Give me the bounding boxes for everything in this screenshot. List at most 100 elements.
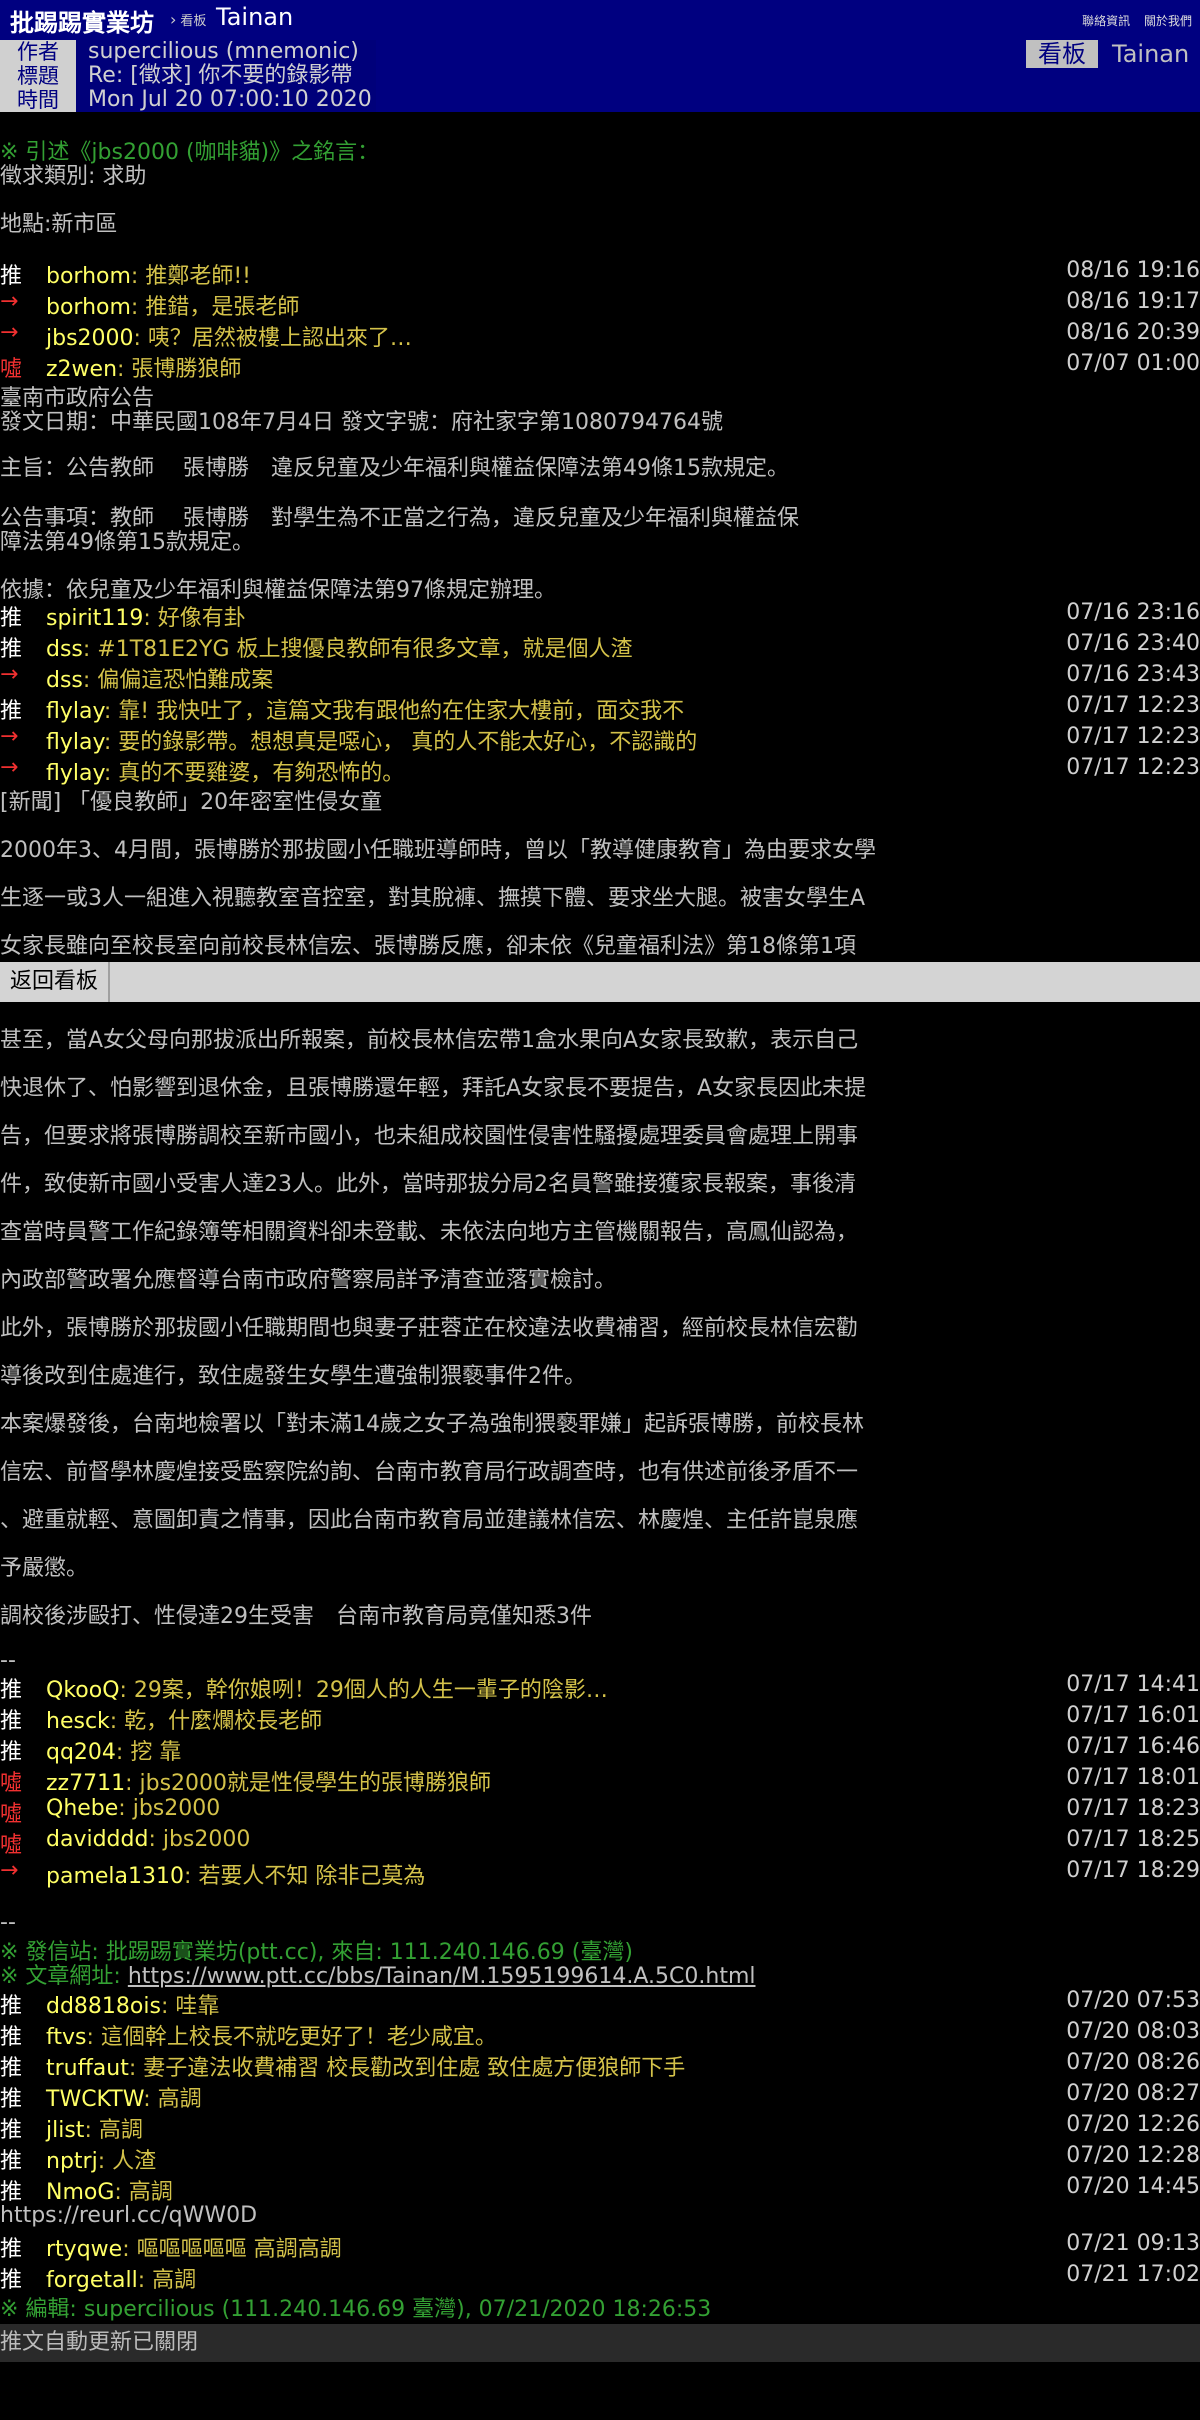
push-user: ftvs: [46, 2025, 87, 2050]
text-line: 主旨：公告教師 張博勝 違反兒童及少年福利與權益保障法第49條15款規定。: [0, 456, 789, 481]
push-content: : 要的錄影帶。想想真是噁心， 真的人不能太好心，不認識的: [103, 730, 698, 755]
push-content: : 推鄭老師!!: [130, 264, 251, 289]
short-url-link[interactable]: https://reurl.cc/qWW0D: [0, 2203, 257, 2228]
push-row: 推 forgetall: 高調 07/21 17:02: [0, 2262, 1200, 2293]
push-row: 推 ftvs: 這個幹上校長不就吃更好了！老少咸宜。 07/20 08:03: [0, 2019, 1200, 2050]
push-time: 07/17 16:01: [1066, 1703, 1200, 1728]
push-content: : jbs2000就是性侵學生的張博勝狼師: [125, 1771, 492, 1796]
push-user: borhom: [46, 264, 131, 289]
push-tag: 噓: [0, 1771, 23, 1796]
push-content: : 高調: [143, 2087, 202, 2112]
push-tag: 推: [0, 1709, 23, 1734]
breadcrumb-separator: › 看板: [170, 10, 207, 29]
push-row: 推 flylay: 靠! 我快吐了，這篇文我有跟他約在住家大樓前，面交我不 07…: [0, 693, 1200, 724]
meta-time-label: 時間: [0, 88, 76, 112]
push-content: : 高調: [84, 2118, 143, 2143]
news-title: [新聞] 「優良教師」20年密室性侵女童: [0, 790, 383, 815]
meta-title-value: Re: [徵求] 你不要的錄影帶: [88, 63, 353, 88]
push-user: jbs2000: [46, 326, 134, 351]
back-to-board-button[interactable]: 返回看板: [0, 962, 111, 1002]
signature-separator: --: [0, 1910, 16, 1935]
push-user: truffaut: [46, 2056, 129, 2081]
push-content: : 挖 靠: [115, 1740, 182, 1765]
push-user: TWCKTW: [46, 2087, 144, 2112]
push-user: QkooQ: [46, 1678, 120, 1703]
push-row: 噓 zz7711: jbs2000就是性侵學生的張博勝狼師 07/17 18:0…: [0, 1765, 1200, 1796]
push-tag: 推: [0, 1994, 23, 2019]
push-row: 推 NmoG: 高調 07/20 14:45: [0, 2174, 1200, 2205]
push-time: 08/16 19:17: [1066, 289, 1200, 314]
text-line: 發文日期：中華民國108年7月4日 發文字號：府社家字第1080794764號: [0, 410, 723, 435]
top-nav-bar: 批踢踢實業坊 › 看板 Tainan 聯絡資訊 關於我們: [0, 0, 1200, 40]
push-tag: 推: [0, 699, 23, 724]
push-user: spirit119: [46, 606, 144, 631]
text-line: 甚至，當A女父母向那拔派出所報案，前校長林信宏帶1盒水果向A女家長致歉，表示自己: [0, 1028, 859, 1053]
push-tag: →: [0, 662, 19, 687]
text-line: 予嚴懲。: [0, 1556, 89, 1581]
push-row: → flylay: 真的不要雞婆，有夠恐怖的。 07/17 12:23: [0, 755, 1200, 786]
meta-author-label: 作者: [0, 40, 76, 64]
text-line: 障法第49條第15款規定。: [0, 530, 254, 555]
edit-note: ※ 編輯: supercilious (111.240.146.69 臺灣), …: [0, 2297, 712, 2322]
text-line: 此外，張博勝於那拔國小任職期間也與妻子莊蓉芷在校違法收費補習，經前校長林信宏勸: [0, 1316, 859, 1341]
push-tag: 推: [0, 2087, 23, 2112]
push-user: hesck: [46, 1709, 110, 1734]
push-row: 推 dd8818ois: 哇靠 07/20 07:53: [0, 1988, 1200, 2019]
push-tag: →: [0, 320, 19, 345]
push-time: 07/20 12:28: [1066, 2143, 1200, 2168]
push-time: 07/20 07:53: [1066, 1988, 1200, 2013]
push-tag: 推: [0, 2056, 23, 2081]
article-url-link[interactable]: https://www.ptt.cc/bbs/Tainan/M.15951996…: [128, 1964, 756, 1989]
push-time: 07/16 23:16: [1066, 600, 1200, 625]
contact-link[interactable]: 聯絡資訊: [1082, 14, 1130, 28]
push-content: : jbs2000: [118, 1796, 221, 1821]
push-tag: 推: [0, 2180, 23, 2205]
push-tag: →: [0, 1858, 19, 1883]
push-tag: 噓: [0, 1833, 23, 1858]
push-time: 07/17 18:01: [1066, 1765, 1200, 1790]
push-content: : 高調: [114, 2180, 173, 2205]
push-content: : 嘔嘔嘔嘔嘔 高調高調: [122, 2237, 342, 2262]
push-content: : 妻子違法收費補習 校長勸改到住處 致住處方便狼師下手: [128, 2056, 686, 2081]
text-line: 告，但要求將張博勝調校至新市國小，也未組成校園性侵害性騷擾處理委員會處理上開事: [0, 1124, 859, 1149]
about-link[interactable]: 關於我們: [1144, 14, 1192, 28]
push-content: : 哇靠: [160, 1994, 220, 2019]
push-content: : 張博勝狼師: [117, 357, 242, 382]
meta-time-row: 時間 Mon Jul 20 07:00:10 2020: [0, 88, 380, 112]
push-row: 噓 Qhebe: jbs2000 07/17 18:23: [0, 1796, 1200, 1827]
meta-author-value: supercilious (mnemonic): [88, 40, 359, 64]
push-time: 07/17 18:29: [1066, 1858, 1200, 1883]
push-content: : 乾，什麼爛校長老師: [109, 1709, 323, 1734]
push-time: 07/16 23:40: [1066, 631, 1200, 656]
push-row: → dss: 偏偏這恐怕難成案 07/16 23:43: [0, 662, 1200, 693]
push-row: → pamela1310: 若要人不知 除非己莫為 07/17 18:29: [0, 1858, 1200, 1889]
push-row: 推 truffaut: 妻子違法收費補習 校長勸改到住處 致住處方便狼師下手 0…: [0, 2050, 1200, 2081]
push-time: 08/16 20:39: [1066, 320, 1200, 345]
push-row: 噓 davidddd: jbs2000 07/17 18:25: [0, 1827, 1200, 1858]
push-content: : #1T81E2YG 板上搜優良教師有很多文章，就是個人渣: [82, 637, 633, 662]
text-line: 內政部警政署允應督導台南市政府警察局詳予清查並落實檢討。: [0, 1268, 617, 1293]
push-content: : 29案，幹你娘咧！29個人的人生一輩子的陰影…: [119, 1678, 608, 1703]
text-line: 女家長雖向至校長室向前校長林信宏、張博勝反應，卻未依《兒童福利法》第18條第1項: [0, 934, 856, 959]
push-time: 07/17 14:41: [1066, 1672, 1200, 1697]
push-user: flylay: [46, 699, 104, 724]
site-name-link[interactable]: 批踢踢實業坊: [10, 3, 154, 38]
meta-board-label: 看板: [1026, 40, 1098, 68]
text-line: 調校後涉毆打、性侵達29生受害 台南市教育局竟僅知悉3件: [0, 1604, 592, 1629]
push-tag: 推: [0, 2237, 23, 2262]
meta-time-value: Mon Jul 20 07:00:10 2020: [88, 87, 372, 112]
push-user: Qhebe: [46, 1796, 119, 1821]
board-name-link[interactable]: Tainan: [216, 3, 293, 31]
signature-separator: --: [0, 1648, 16, 1673]
push-time: 07/20 12:26: [1066, 2112, 1200, 2137]
push-user: davidddd: [46, 1827, 149, 1852]
push-user: zz7711: [46, 1771, 126, 1796]
push-tag: 噓: [0, 1802, 23, 1827]
push-tag: 推: [0, 2025, 23, 2050]
text-line: 信宏、前督學林慶煌接受監察院約詢、台南市教育局行政調查時，也有供述前後矛盾不一: [0, 1460, 859, 1485]
text-line: 地點:新市區: [0, 212, 118, 237]
push-time: 07/17 12:23: [1066, 693, 1200, 718]
push-user: pamela1310: [46, 1864, 184, 1889]
push-tag: 推: [0, 1740, 23, 1765]
push-row: 推 borhom: 推鄭老師!! 08/16 19:16: [0, 258, 1200, 289]
